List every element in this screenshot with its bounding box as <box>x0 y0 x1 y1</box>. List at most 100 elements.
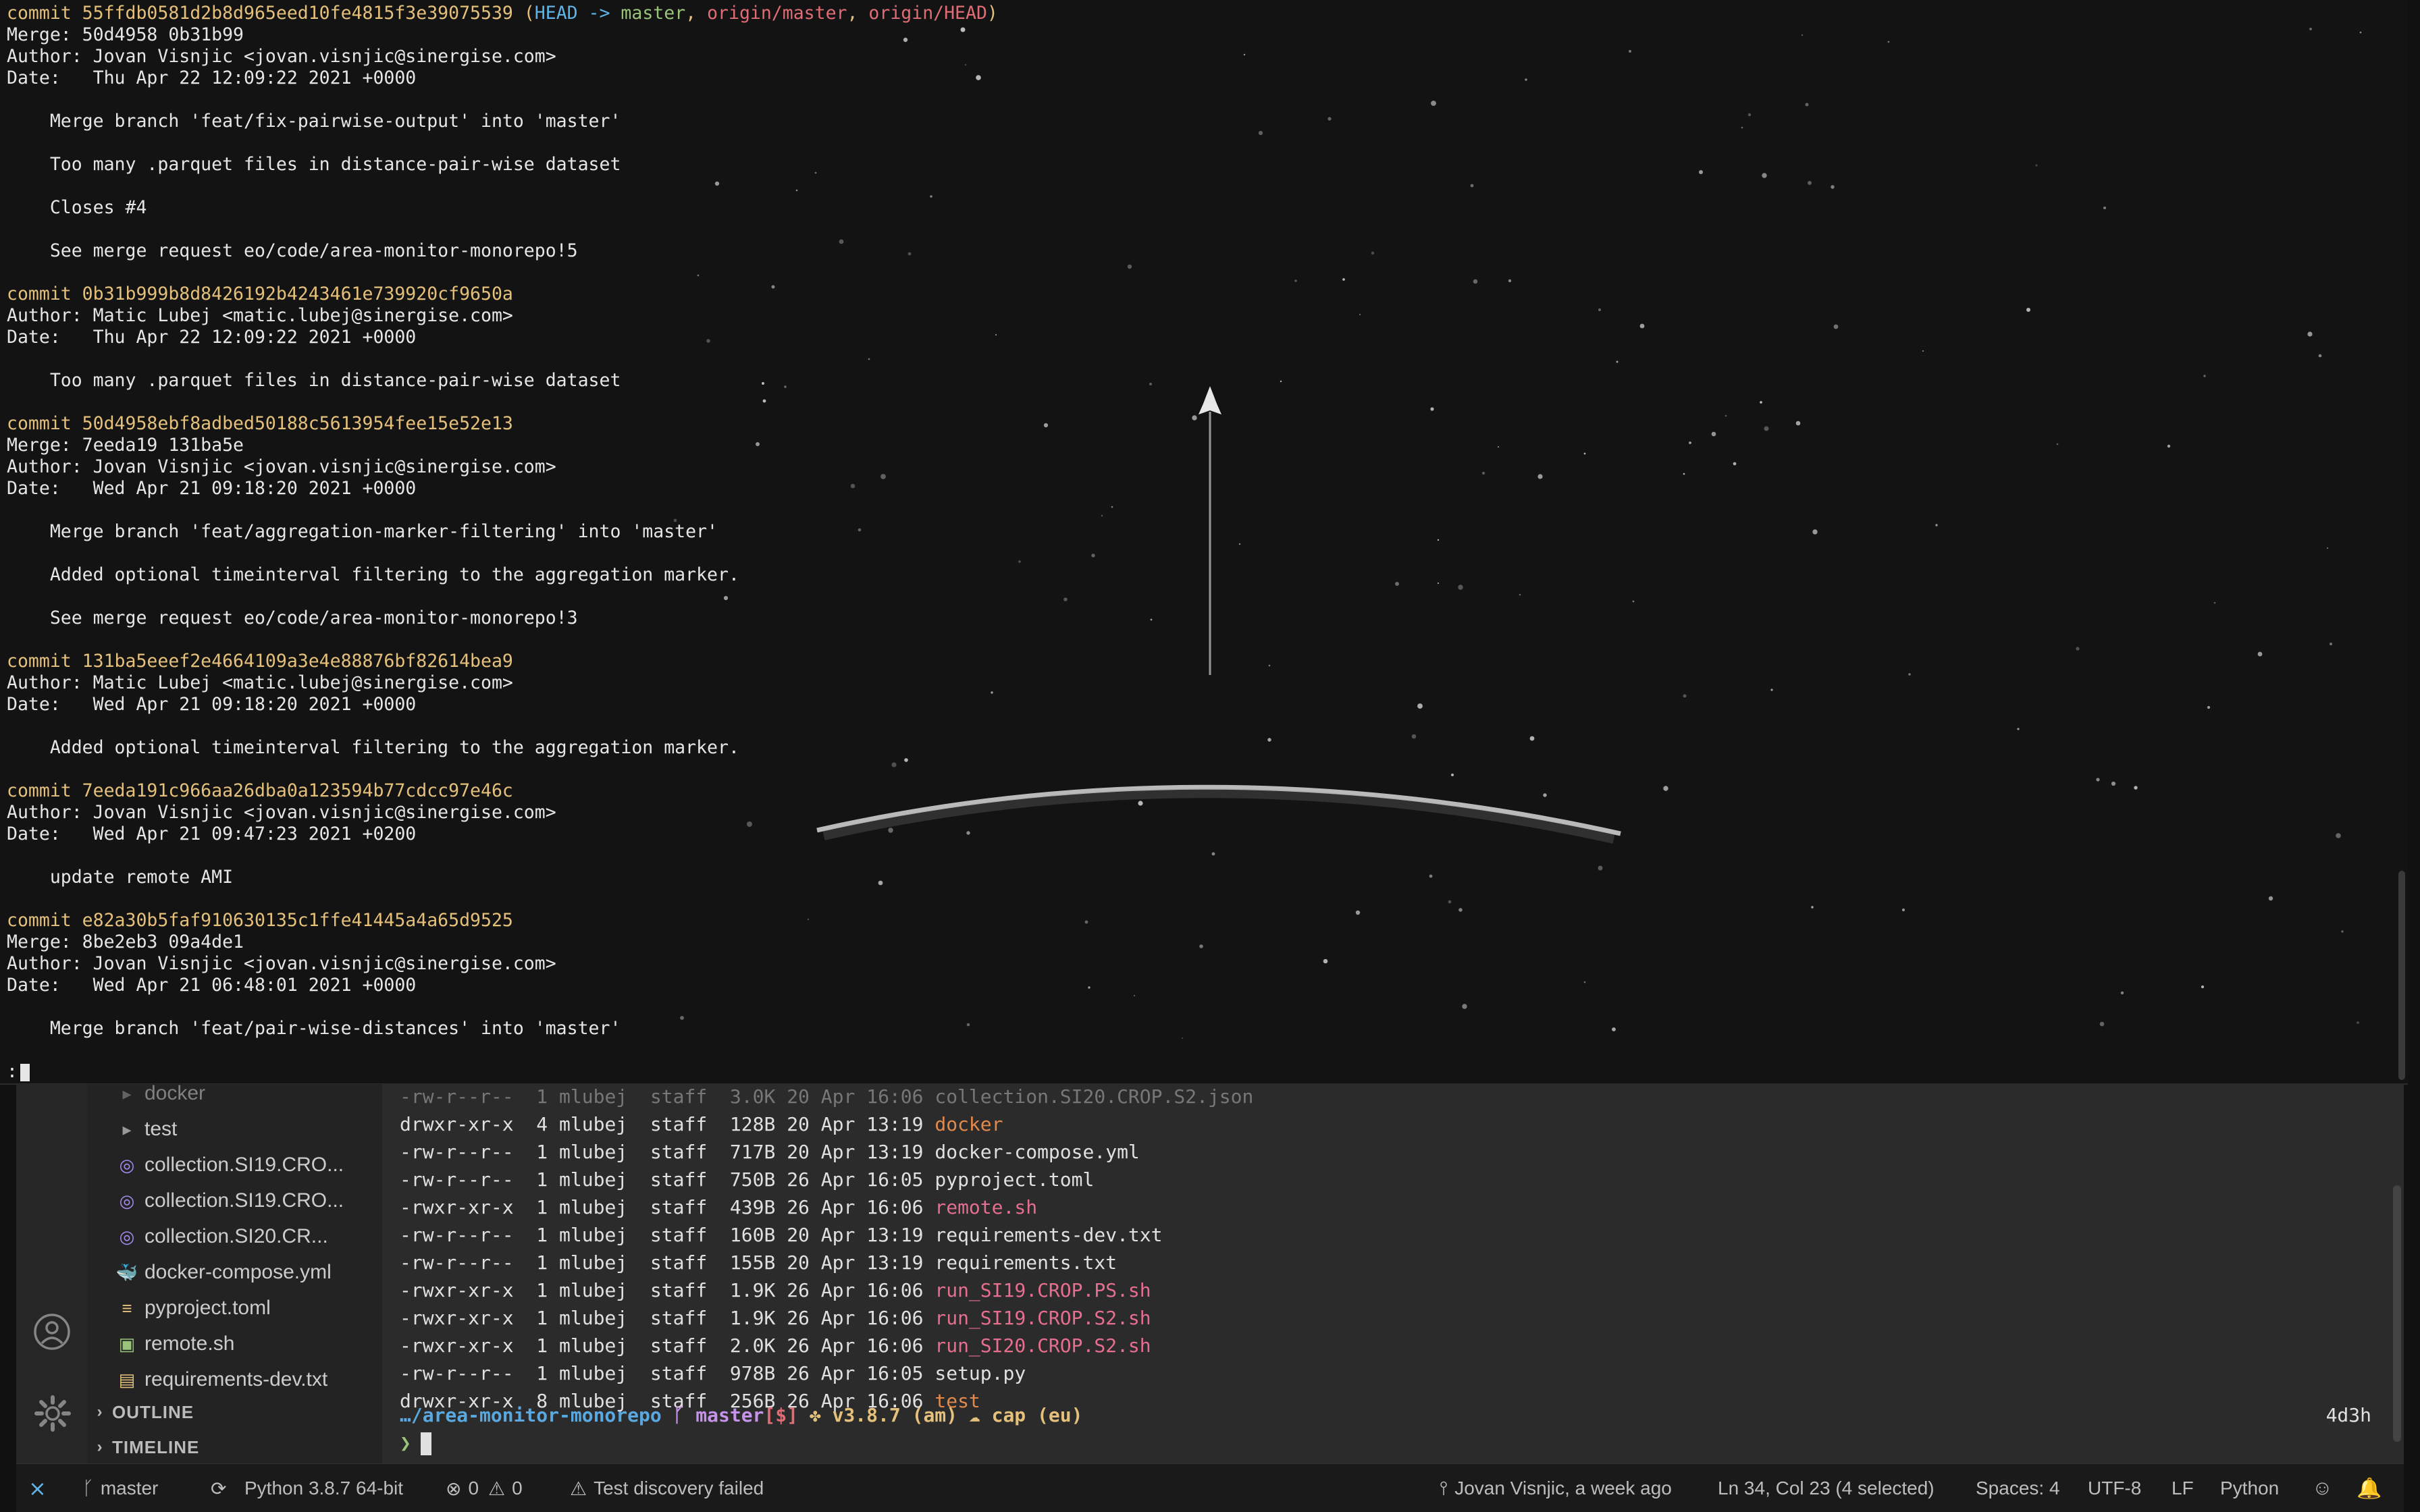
ls-perm: -rwxr-xr-x <box>400 1307 514 1329</box>
end-of-line[interactable]: LF <box>2172 1464 2194 1512</box>
explorer-item[interactable]: ▸ docker <box>88 1084 205 1111</box>
star <box>1430 407 1434 411</box>
git-log-line: Author: Jovan Visnjic <jovan.visnjic@sin… <box>7 456 998 478</box>
star <box>1663 786 1668 791</box>
explorer-item-label: docker-compose.yml <box>144 1261 332 1283</box>
git-log-text: Merge branch 'feat/aggregation-marker-fi… <box>7 521 718 542</box>
ls-group: staff <box>650 1085 708 1108</box>
git-log-text: Too many .parquet files in distance-pair… <box>7 154 621 175</box>
text-file-icon: ▤ <box>118 1369 136 1390</box>
branch-status[interactable]: ᚴ master <box>82 1464 158 1512</box>
activity-bar <box>16 1084 88 1463</box>
ls-size: 1.9K <box>729 1307 776 1329</box>
docker-icon: 🐳 <box>115 1262 138 1282</box>
git-log-text: Author: Jovan Visnjic <jovan.visnjic@sin… <box>7 802 556 823</box>
git-log-text: Date: Wed Apr 21 09:18:20 2021 +0000 <box>7 694 417 715</box>
indentation[interactable]: Spaces: 4 <box>1976 1464 2060 1512</box>
git-log-line <box>7 348 998 370</box>
git-log-text: origin/master <box>707 3 847 24</box>
star <box>1537 474 1543 479</box>
star <box>2076 647 2080 651</box>
explorer-item[interactable]: ▸ test <box>88 1112 177 1147</box>
ls-filename: requirements.txt <box>935 1251 1117 1274</box>
explorer-item[interactable]: 🐳 docker-compose.yml <box>88 1255 332 1290</box>
ls-filename: run_SI20.CROP.S2.sh <box>935 1334 1151 1357</box>
explorer-item[interactable]: ◎ collection.SI20.CR... <box>88 1219 328 1254</box>
outline-label: OUTLINE <box>112 1401 194 1422</box>
commit-icon: ⫯ <box>1440 1477 1448 1498</box>
ls-links: 4 <box>536 1113 548 1135</box>
star <box>1327 117 1332 121</box>
language-mode[interactable]: Python <box>2220 1464 2279 1512</box>
git-log-line: update remote AMI <box>7 867 998 888</box>
cursor-position[interactable]: Ln 34, Col 23 (4 selected) <box>1718 1464 1935 1512</box>
problems-status[interactable]: ⊗ 0 ⚠ 0 <box>446 1464 523 1512</box>
star <box>1294 279 1297 282</box>
outline-section[interactable]: › OUTLINE <box>88 1395 194 1430</box>
git-log-text: Date: Wed Apr 21 09:18:20 2021 +0000 <box>7 478 417 499</box>
prompt-input-line[interactable]: ❯ <box>400 1429 431 1457</box>
account-icon[interactable] <box>32 1312 72 1351</box>
git-log-line: Date: Wed Apr 21 09:18:20 2021 +0000 <box>7 478 998 500</box>
git-log-terminal[interactable]: commit 55ffdb0581d2b8d965eed10fe4815f3e3… <box>0 0 2408 1083</box>
sync-icon[interactable]: ⟳ <box>211 1464 226 1512</box>
pager-prompt[interactable]: : <box>7 1061 998 1083</box>
star <box>1458 585 1463 590</box>
star <box>1243 53 1246 56</box>
explorer-sidebar: ▸ docker ▸ test ◎ collection.SI19.CRO... ◎ coll… <box>88 1084 382 1463</box>
explorer-item[interactable]: ◎ collection.SI19.CRO... <box>88 1148 344 1183</box>
encoding[interactable]: UTF-8 <box>2088 1464 2141 1512</box>
explorer-item[interactable]: ▣ remote.sh <box>88 1326 235 1361</box>
ls-size: 1.9K <box>729 1279 776 1301</box>
star <box>2336 833 2341 838</box>
star <box>1733 462 1737 466</box>
ls-user: mlubej <box>559 1362 628 1384</box>
git-log-line: commit 0b31b999b8d8426192b4243461e739920… <box>7 284 998 305</box>
integrated-terminal[interactable]: -rw-r--r-- 1 mlubej staff 3.0K 20 Apr 16… <box>382 1084 2404 1463</box>
explorer-item[interactable]: ≡ pyproject.toml <box>88 1291 270 1326</box>
star <box>1598 865 1603 871</box>
git-log-text: Merge branch 'feat/fix-pairwise-output' … <box>7 111 621 132</box>
git-log-text: origin/HEAD <box>868 3 987 24</box>
gear-icon[interactable] <box>34 1395 72 1432</box>
git-log-text: HEAD -> <box>534 3 621 24</box>
ls-links: 1 <box>536 1141 548 1163</box>
ls-filename: setup.py <box>935 1362 1026 1384</box>
terminal-scrollbar[interactable] <box>2398 871 2405 1080</box>
star <box>1833 324 1839 329</box>
remote-indicator-icon[interactable]: ⨯ <box>28 1464 47 1512</box>
star <box>1760 401 1762 404</box>
terminal-scrollbar[interactable] <box>2393 1185 2401 1442</box>
ls-group: staff <box>650 1141 708 1163</box>
star <box>1063 597 1068 601</box>
star <box>1127 264 1132 269</box>
star <box>1747 113 1752 117</box>
git-log-text: Merge: 50d4958 0b31b99 <box>7 24 244 45</box>
timeline-section[interactable]: › TIMELINE <box>88 1430 199 1465</box>
feedback-icon[interactable]: ☺ <box>2312 1464 2333 1512</box>
git-log-line: commit 50d4958ebf8adbed50188c5613954fee1… <box>7 413 998 435</box>
star <box>1199 944 1203 948</box>
star <box>1764 426 1769 431</box>
python-interpreter[interactable]: Python 3.8.7 64-bit <box>244 1464 403 1512</box>
git-log-line <box>7 543 998 564</box>
ls-user: mlubej <box>559 1334 628 1357</box>
git-log-text: Date: Wed Apr 21 06:48:01 2021 +0000 <box>7 975 417 996</box>
ls-group: staff <box>650 1113 708 1135</box>
test-status[interactable]: ⚠ Test discovery failed <box>570 1464 764 1512</box>
star <box>1711 431 1716 437</box>
star <box>1088 986 1090 989</box>
prompt-branch: master <box>695 1404 764 1426</box>
ls-user: mlubej <box>559 1307 628 1329</box>
git-log-line <box>7 219 998 240</box>
terminal-cursor <box>420 1432 431 1455</box>
git-log-line <box>7 845 998 867</box>
ls-row: -rw-r--r-- 1 mlubej staff 978B 26 Apr 16… <box>400 1359 1253 1387</box>
explorer-item[interactable]: ▤ requirements-dev.txt <box>88 1362 328 1397</box>
explorer-item[interactable]: ◎ collection.SI19.CRO... <box>88 1183 344 1218</box>
star <box>2203 375 2206 377</box>
ls-date: 26 Apr 16:06 <box>787 1279 924 1301</box>
bell-icon[interactable]: 🔔 <box>2357 1464 2382 1512</box>
star <box>1091 554 1095 558</box>
git-blame[interactable]: ⫯ Jovan Visnjic, a week ago <box>1440 1464 1672 1512</box>
